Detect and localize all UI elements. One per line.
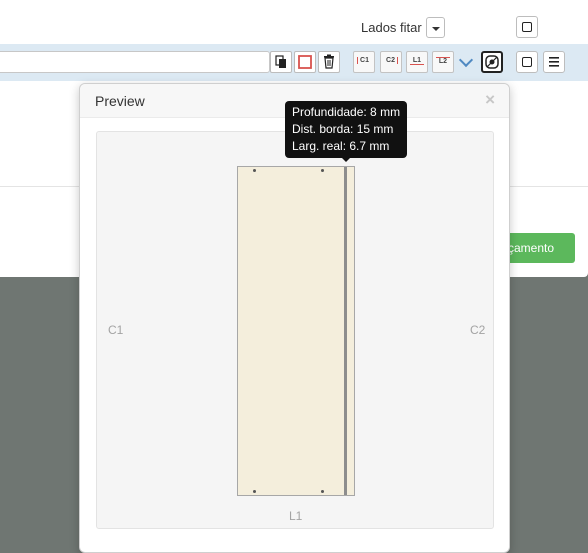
menu-button[interactable]	[543, 51, 565, 73]
side-c2-preview-label: C2	[470, 323, 486, 337]
divider	[510, 186, 588, 187]
copy-icon	[275, 55, 286, 68]
trash-icon	[324, 54, 334, 69]
edge-all-button[interactable]	[294, 51, 316, 73]
drill-preview-icon	[485, 55, 499, 69]
side-l1-preview-label: L1	[289, 509, 303, 523]
caret-down-icon	[432, 27, 440, 31]
drill-hole	[253, 169, 256, 172]
side-c1-preview-label: C1	[108, 323, 124, 337]
tooltip-edge-distance: Dist. borda: 15 mm	[292, 122, 394, 136]
side-l1-label: L1	[410, 57, 424, 65]
preview-canvas: C1 C2 L1	[96, 131, 494, 529]
item-name-input[interactable]	[0, 51, 270, 73]
groove-tooltip: Profundidade: 8 mm Dist. borda: 15 mm La…	[285, 101, 407, 158]
drill-hole	[321, 490, 324, 493]
popover-title: Preview	[95, 93, 145, 109]
edge-square-icon	[298, 55, 312, 69]
select-all-checkbox-button[interactable]	[516, 16, 538, 38]
side-l1-button[interactable]: L1	[406, 51, 428, 73]
side-c1-label: C1	[357, 57, 371, 64]
delete-button[interactable]	[318, 51, 340, 73]
lados-fitar-label: Lados fitar	[361, 20, 422, 35]
tooltip-arrow	[341, 157, 351, 162]
lados-fitar-dropdown-button[interactable]	[426, 17, 445, 38]
side-l2-label: L2	[436, 57, 450, 65]
square-icon	[522, 57, 532, 67]
hamburger-menu-icon	[549, 57, 559, 67]
close-icon[interactable]: ×	[485, 90, 495, 110]
tooltip-real-width: Larg. real: 6.7 mm	[292, 139, 390, 153]
side-c2-label: C2	[384, 57, 398, 64]
groove-channel	[344, 167, 347, 495]
side-l2-button[interactable]: L2	[432, 51, 454, 73]
drill-hole	[321, 169, 324, 172]
side-c2-button[interactable]: C2	[380, 51, 402, 73]
tooltip-depth: Profundidade: 8 mm	[292, 105, 401, 119]
panel-piece-preview	[237, 166, 355, 496]
square-icon	[522, 22, 532, 32]
drill-hole	[253, 490, 256, 493]
preview-toggle-button[interactable]	[481, 51, 503, 73]
copy-button[interactable]	[270, 51, 292, 73]
side-c1-button[interactable]: C1	[353, 51, 375, 73]
row-checkbox-button[interactable]	[516, 51, 538, 73]
divider	[0, 186, 80, 187]
